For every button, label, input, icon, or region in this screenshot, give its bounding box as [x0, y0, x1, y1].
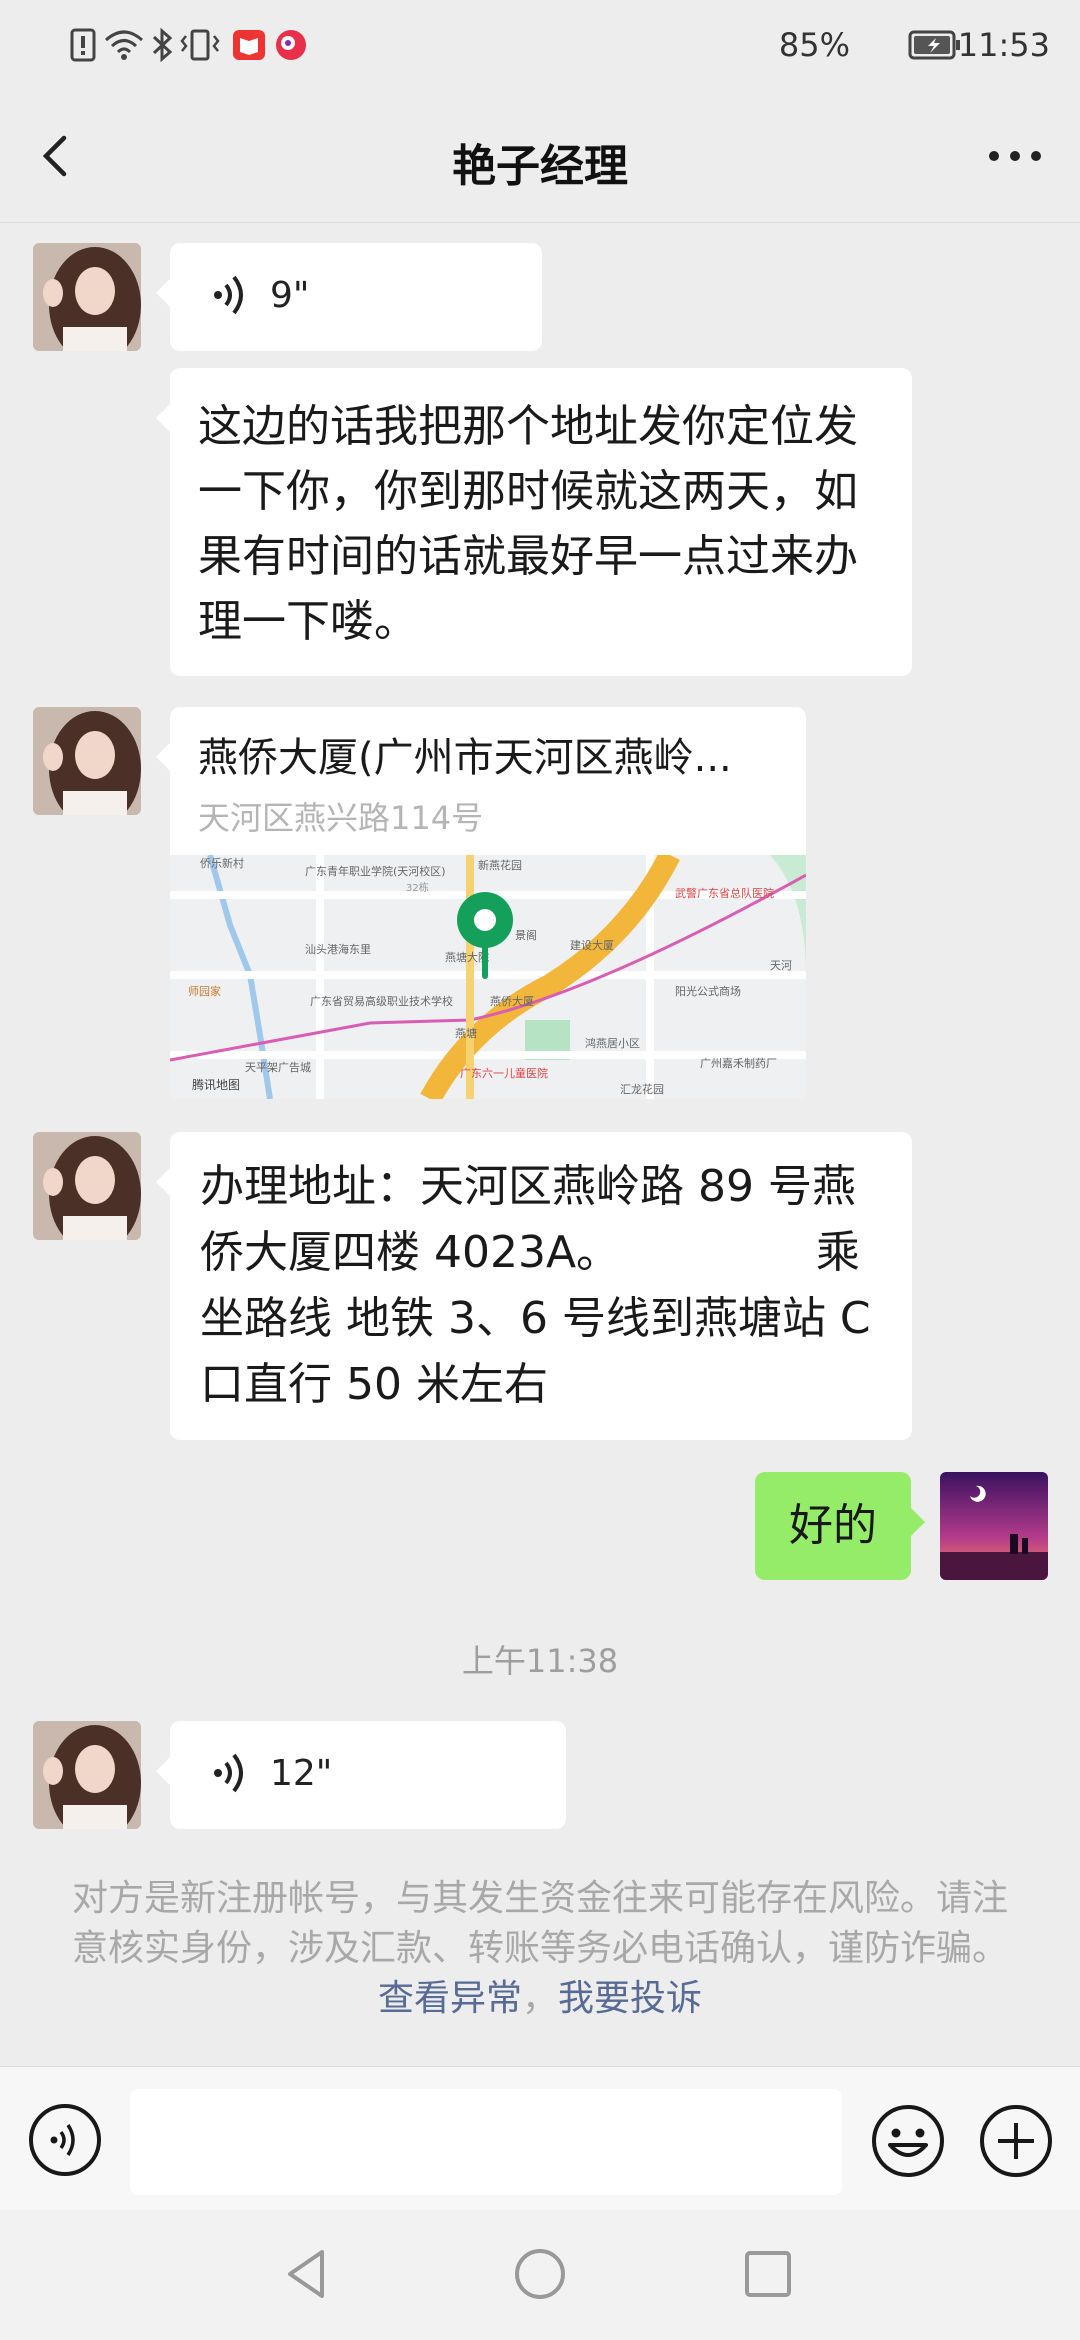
- voice-wave-icon: [214, 275, 243, 315]
- warning-separator: ，: [521, 1978, 558, 2019]
- map-label: 武警广东省总队医院: [675, 886, 774, 900]
- clock: 11:53: [957, 26, 1050, 64]
- map-label: 天平架广告城: [245, 1061, 311, 1074]
- map-label: 汇龙花园: [620, 1083, 664, 1096]
- app-notification-icon: [233, 30, 265, 60]
- text-message-bubble[interactable]: 这边的话我把那个地址发你定位发一下你，你到那时候就这两天，如果有时间的话就最好早…: [156, 368, 912, 676]
- plus-icon[interactable]: [978, 2103, 1054, 2179]
- contact-avatar[interactable]: [33, 243, 141, 351]
- voice-message-bubble[interactable]: 12": [156, 1721, 566, 1829]
- map-label: 新燕花园: [478, 858, 522, 872]
- text-message-bubble[interactable]: 办理地址：天河区燕岭路 89 号燕侨大厦四楼 4023A。 乘坐路线 地铁 3、…: [156, 1132, 912, 1440]
- wifi-icon: [105, 30, 143, 60]
- map-label: 燕侨大厦: [490, 994, 534, 1008]
- location-map[interactable]: 侨乐新村 广东青年职业学院(天河校区) 新燕花园 武警广东省总队医院 汕头港海东…: [170, 855, 806, 1099]
- message-text: 这边的话我把那个地址发你定位发一下你，你到那时候就这两天，如果有时间的话就最好早…: [198, 401, 858, 647]
- map-label: 广州嘉禾制药厂: [700, 1056, 777, 1070]
- nav-home-icon[interactable]: [510, 2244, 570, 2304]
- voice-duration: 12": [270, 1753, 333, 1794]
- map-label: 燕塘: [455, 1026, 477, 1040]
- map-label: 广东六一儿童医院: [460, 1066, 548, 1080]
- map-label: 建设大厦: [570, 938, 614, 952]
- contact-avatar[interactable]: [33, 707, 141, 815]
- location-message-bubble[interactable]: 燕侨大厦(广州市天河区燕岭... 天河区燕兴路114号 侨乐新村 广东青年职业学…: [156, 707, 806, 1099]
- nav-back-icon[interactable]: [278, 2244, 338, 2304]
- system-nav-bar: [0, 2210, 1080, 2340]
- risk-warning: 对方是新注册帐号，与其发生资金往来可能存在风险。请注意核实身份，涉及汇款、转账等…: [70, 1874, 1010, 2024]
- status-bar: 85% 11:53: [0, 0, 1080, 90]
- nav-recents-icon[interactable]: [738, 2244, 798, 2304]
- app-notification-icon-2: [276, 30, 306, 60]
- map-label: 天河: [770, 959, 792, 972]
- map-label: 广东省贸易高级职业技术学校: [310, 994, 453, 1008]
- bluetooth-icon: [152, 28, 173, 62]
- input-bar: [0, 2066, 1080, 2211]
- voice-message-bubble[interactable]: 9": [156, 243, 542, 351]
- voice-mode-icon[interactable]: [28, 2103, 102, 2177]
- voice-duration: 9": [270, 275, 310, 316]
- page-title: 艳子经理: [452, 141, 628, 192]
- message-text: 好的: [789, 1500, 877, 1551]
- battery-icon: [908, 30, 960, 60]
- map-label: 侨乐新村: [200, 856, 244, 870]
- voice-wave-icon: [214, 1753, 243, 1793]
- map-label: 景阁: [515, 928, 537, 942]
- view-anomaly-link[interactable]: 查看异常: [378, 1978, 522, 2019]
- contact-avatar[interactable]: [33, 1132, 141, 1240]
- sent-message-bubble[interactable]: 好的: [755, 1472, 925, 1580]
- time-separator: 上午11:38: [461, 1642, 619, 1680]
- map-label: 广东青年职业学院(天河校区): [305, 864, 446, 878]
- report-complaint-link[interactable]: 我要投诉: [558, 1978, 702, 2019]
- alert-icon: [70, 28, 96, 62]
- vibrate-icon: [180, 29, 220, 61]
- message-text: 办理地址：天河区燕岭路 89 号燕侨大厦四楼 4023A。 乘坐路线 地铁 3、…: [200, 1161, 885, 1410]
- message-input[interactable]: [130, 2089, 842, 2195]
- chat-header: 艳子经理: [0, 90, 1080, 223]
- map-label: 阳光公式商场: [675, 984, 741, 998]
- map-label: 鸿燕居小区: [585, 1036, 640, 1050]
- contact-avatar[interactable]: [33, 1721, 141, 1829]
- map-label: 32栋: [406, 881, 429, 894]
- map-label: 师园家: [188, 984, 221, 998]
- emoji-icon[interactable]: [870, 2103, 946, 2179]
- map-label: 汕头港海东里: [305, 942, 371, 956]
- location-title: 燕侨大厦(广州市天河区燕岭...: [198, 735, 732, 781]
- location-address: 天河区燕兴路114号: [198, 799, 484, 837]
- map-attribution: 腾讯地图: [192, 1077, 240, 1092]
- battery-percent: 85%: [778, 26, 850, 64]
- my-avatar[interactable]: [940, 1472, 1048, 1580]
- warning-text: 对方是新注册帐号，与其发生资金往来可能存在风险。请注意核实身份，涉及汇款、转账等…: [71, 1878, 1008, 1969]
- more-dots-icon[interactable]: [980, 126, 1050, 186]
